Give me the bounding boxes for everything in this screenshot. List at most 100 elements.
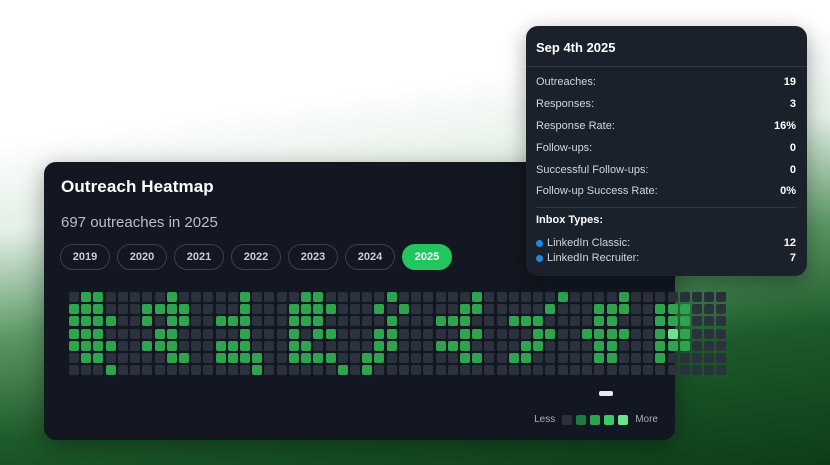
heatmap-day-cell[interactable] — [325, 328, 336, 339]
heatmap-day-cell[interactable] — [704, 316, 715, 327]
heatmap-day-cell[interactable] — [667, 292, 678, 302]
heatmap-day-cell[interactable] — [215, 328, 226, 339]
heatmap-day-cell[interactable] — [215, 304, 226, 315]
heatmap-day-cell[interactable] — [630, 340, 641, 351]
heatmap-day-cell[interactable] — [117, 292, 128, 302]
heatmap-day-cell[interactable] — [349, 292, 360, 302]
heatmap-day-cell[interactable] — [655, 292, 666, 302]
heatmap-day-cell[interactable] — [569, 316, 580, 327]
heatmap-day-cell[interactable] — [81, 353, 92, 363]
heatmap-day-cell[interactable] — [337, 304, 348, 315]
heatmap-day-cell[interactable] — [93, 304, 104, 315]
heatmap-day-cell[interactable] — [166, 328, 177, 339]
heatmap-day-cell[interactable] — [276, 292, 287, 302]
heatmap-day-cell[interactable] — [655, 328, 666, 339]
heatmap-day-cell[interactable] — [178, 365, 189, 376]
heatmap-day-cell[interactable] — [69, 304, 79, 315]
year-button-2021[interactable]: 2021 — [174, 244, 224, 270]
heatmap-day-cell[interactable] — [569, 353, 580, 363]
heatmap-day-cell[interactable] — [630, 292, 641, 302]
heatmap-day-cell[interactable] — [288, 304, 299, 315]
heatmap-day-cell[interactable] — [93, 353, 104, 363]
heatmap-day-cell[interactable] — [117, 353, 128, 363]
heatmap-day-cell[interactable] — [447, 316, 458, 327]
heatmap-day-cell[interactable] — [215, 292, 226, 302]
heatmap-day-cell[interactable] — [313, 304, 324, 315]
heatmap-day-cell[interactable] — [643, 328, 654, 339]
heatmap-day-cell[interactable] — [69, 316, 79, 327]
heatmap-day-cell[interactable] — [325, 304, 336, 315]
heatmap-day-cell[interactable] — [557, 292, 568, 302]
heatmap-day-cell[interactable] — [252, 292, 263, 302]
heatmap-day-cell[interactable] — [508, 365, 519, 376]
heatmap-day-cell[interactable] — [142, 304, 153, 315]
heatmap-day-cell[interactable] — [545, 316, 556, 327]
heatmap-day-cell[interactable] — [325, 316, 336, 327]
heatmap-day-cell[interactable] — [545, 365, 556, 376]
heatmap-day-cell[interactable] — [240, 353, 250, 363]
heatmap-day-cell[interactable] — [423, 304, 434, 315]
heatmap-day-cell[interactable] — [130, 304, 140, 315]
heatmap-day-cell[interactable] — [349, 365, 360, 376]
heatmap-day-cell[interactable] — [569, 304, 580, 315]
heatmap-day-cell[interactable] — [472, 365, 483, 376]
heatmap-day-cell[interactable] — [398, 328, 409, 339]
heatmap-day-cell[interactable] — [203, 353, 214, 363]
heatmap-day-cell[interactable] — [521, 292, 531, 302]
heatmap-day-cell[interactable] — [472, 353, 483, 363]
heatmap-day-cell[interactable] — [301, 340, 312, 351]
heatmap-day-cell[interactable] — [130, 316, 140, 327]
heatmap-day-cell[interactable] — [227, 304, 238, 315]
heatmap-day-cell[interactable] — [692, 353, 702, 363]
heatmap-day-cell[interactable] — [362, 304, 373, 315]
heatmap-day-cell[interactable] — [569, 365, 580, 376]
heatmap-day-cell[interactable] — [459, 365, 470, 376]
year-button-2024[interactable]: 2024 — [345, 244, 395, 270]
heatmap-day-cell[interactable] — [582, 340, 593, 351]
heatmap-day-cell[interactable] — [264, 316, 275, 327]
heatmap-day-cell[interactable] — [704, 328, 715, 339]
heatmap-day-cell[interactable] — [667, 340, 678, 351]
heatmap-day-cell[interactable] — [398, 353, 409, 363]
heatmap-day-cell[interactable] — [252, 365, 263, 376]
heatmap-day-cell[interactable] — [655, 353, 666, 363]
heatmap-day-cell[interactable] — [716, 353, 727, 363]
heatmap-day-cell[interactable] — [240, 304, 250, 315]
heatmap-day-cell[interactable] — [533, 353, 544, 363]
heatmap-day-cell[interactable] — [411, 365, 421, 376]
heatmap-day-cell[interactable] — [203, 365, 214, 376]
heatmap-day-cell[interactable] — [545, 292, 556, 302]
heatmap-day-cell[interactable] — [166, 316, 177, 327]
heatmap-day-cell[interactable] — [154, 353, 165, 363]
heatmap-day-cell[interactable] — [117, 328, 128, 339]
heatmap-day-cell[interactable] — [484, 340, 495, 351]
heatmap-day-cell[interactable] — [252, 316, 263, 327]
heatmap-day-cell[interactable] — [362, 328, 373, 339]
heatmap-day-cell[interactable] — [398, 292, 409, 302]
heatmap-day-cell[interactable] — [374, 292, 385, 302]
heatmap-day-cell[interactable] — [679, 340, 690, 351]
year-button-2019[interactable]: 2019 — [60, 244, 110, 270]
heatmap-day-cell[interactable] — [435, 316, 446, 327]
heatmap-day-cell[interactable] — [178, 353, 189, 363]
heatmap-day-cell[interactable] — [423, 328, 434, 339]
heatmap-day-cell[interactable] — [276, 340, 287, 351]
heatmap-day-cell[interactable] — [508, 292, 519, 302]
heatmap-day-cell[interactable] — [447, 292, 458, 302]
heatmap-day-cell[interactable] — [472, 340, 483, 351]
year-button-2022[interactable]: 2022 — [231, 244, 281, 270]
heatmap-day-cell[interactable] — [93, 316, 104, 327]
heatmap-day-cell[interactable] — [667, 328, 678, 339]
heatmap-day-cell[interactable] — [313, 316, 324, 327]
heatmap-day-cell[interactable] — [557, 304, 568, 315]
heatmap-day-cell[interactable] — [606, 340, 617, 351]
heatmap-day-cell[interactable] — [679, 365, 690, 376]
heatmap-day-cell[interactable] — [276, 365, 287, 376]
heatmap-day-cell[interactable] — [459, 340, 470, 351]
heatmap-day-cell[interactable] — [337, 328, 348, 339]
heatmap-day-cell[interactable] — [569, 340, 580, 351]
heatmap-day-cell[interactable] — [557, 328, 568, 339]
heatmap-day-cell[interactable] — [655, 316, 666, 327]
heatmap-day-cell[interactable] — [667, 304, 678, 315]
heatmap-day-cell[interactable] — [606, 316, 617, 327]
